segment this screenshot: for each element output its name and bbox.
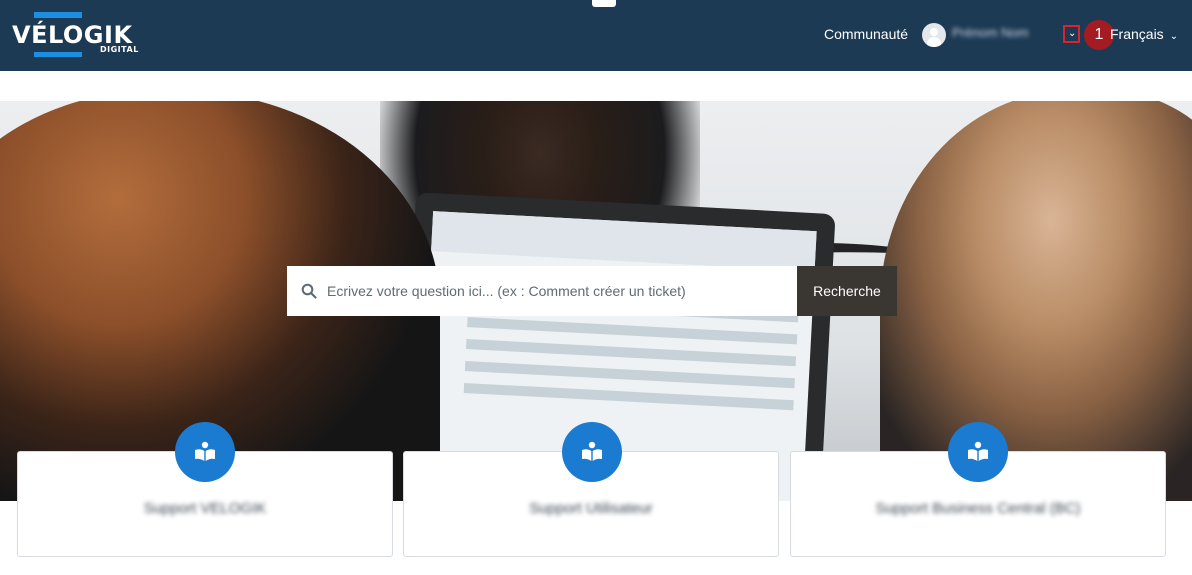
book-reader-icon [562,422,622,482]
hero-screen-row [463,382,794,411]
user-name-label[interactable]: Prénom Nom [952,25,1062,43]
search-bar: Ecrivez votre question ici... (ex : Comm… [287,266,897,316]
book-reader-icon [948,422,1008,482]
user-menu-dropdown-button[interactable]: ⌄ [1063,25,1080,43]
user-avatar-icon[interactable] [922,23,946,47]
chevron-down-icon: ⌄ [1169,31,1179,42]
language-label: Français [1110,26,1164,42]
community-link[interactable]: Communauté [824,26,908,42]
search-icon [301,283,317,299]
category-card-label: Support VELOGIK [143,500,267,517]
hero-screen-row [464,361,795,389]
search-button[interactable]: Recherche [797,266,897,316]
logo-bar-top [34,12,82,18]
logo-subtext: DIGITAL [100,45,139,54]
hero-screen-row [467,317,798,345]
top-tab-handle[interactable] [592,0,616,7]
hero-screen-row [465,339,797,367]
velogik-logo[interactable]: VÉLOGIK DIGITAL [12,12,138,58]
chevron-down-icon: ⌄ [1068,28,1077,39]
search-input[interactable]: Ecrivez votre question ici... (ex : Comm… [287,266,797,316]
search-placeholder: Ecrivez votre question ici... (ex : Comm… [327,283,686,299]
language-selector[interactable]: Français ⌄ [1110,26,1178,42]
logo-bar-bottom [34,52,82,57]
top-navbar: VÉLOGIK DIGITAL Communauté Prénom Nom ⌄ … [0,0,1192,71]
category-card-label: Support Business Central (BC) [875,500,1081,517]
book-reader-icon [175,422,235,482]
hero-screen-header [431,211,817,272]
category-card-label: Support Utilisateur [529,500,653,517]
